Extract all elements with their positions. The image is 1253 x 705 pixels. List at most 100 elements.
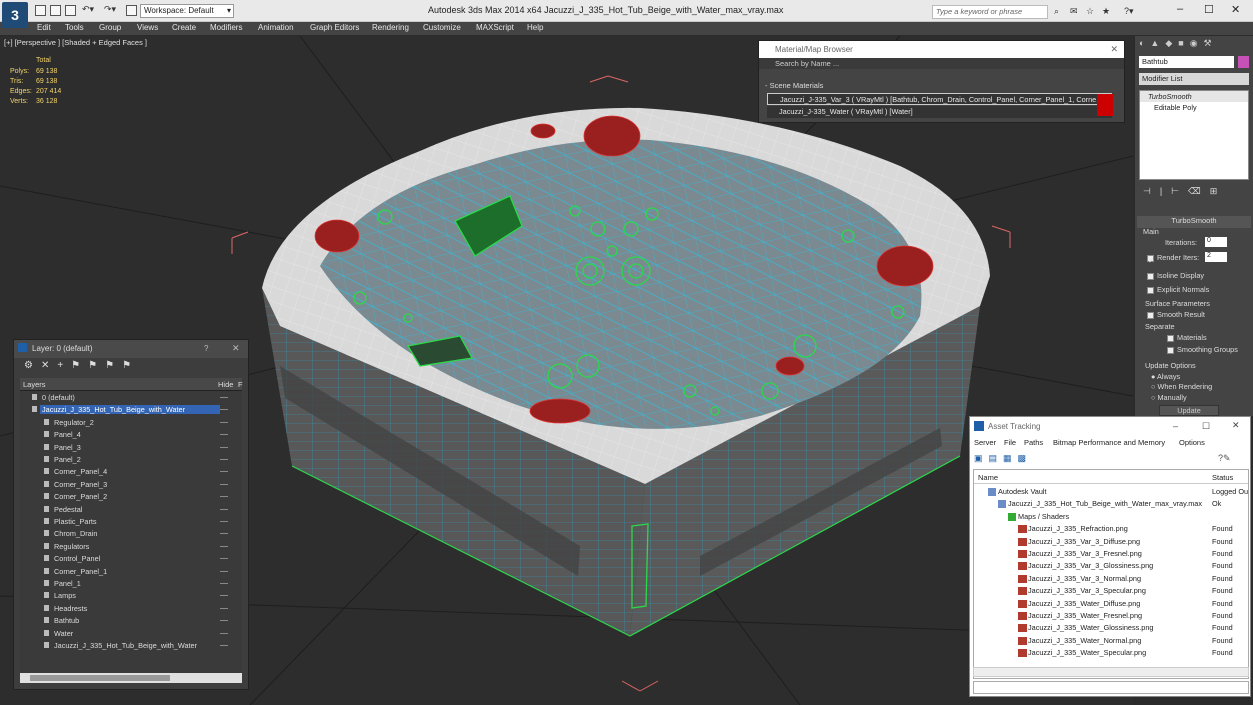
asset-row[interactable]: Jacuzzi_J_335_Var_3_Diffuse.png Found [974, 536, 1248, 548]
workspace-dropdown[interactable]: Workspace: Default ▾ [140, 4, 234, 18]
smooth-result-checkbox[interactable]: Smooth Result [1147, 310, 1205, 319]
menu-customize[interactable]: Customize [423, 23, 461, 32]
help-icon[interactable]: ?▾ [1124, 6, 1134, 17]
minimize-icon[interactable]: – [1177, 3, 1183, 15]
command-panel-tabs[interactable]: ◐▲◆■◉⚒ [1139, 38, 1249, 50]
layer-row[interactable]: Panel_1 [20, 578, 242, 590]
menu-maxscript[interactable]: MAXScript [476, 23, 514, 32]
close-icon[interactable]: ✕ [1232, 420, 1240, 431]
hide-toggle[interactable] [220, 558, 228, 560]
help-icon[interactable]: ? [204, 344, 208, 353]
asset-toolbar[interactable]: ▣▤▦▩ [974, 453, 1032, 464]
material-row[interactable]: Jacuzzi_J-335_Var_3 ( VRayMtl ) [Bathtub… [767, 93, 1112, 105]
hide-toggle[interactable] [220, 645, 228, 646]
close-icon[interactable]: ✕ [232, 343, 240, 354]
always-radio[interactable]: ● Always [1151, 372, 1180, 381]
update-button[interactable]: Update [1159, 405, 1219, 416]
menu-tools[interactable]: Tools [65, 23, 84, 32]
menu-server[interactable]: Server [974, 438, 996, 447]
iterations-spinner[interactable]: 0 [1205, 237, 1227, 247]
menu-help[interactable]: Help [527, 23, 543, 32]
asset-row[interactable]: Jacuzzi_J_335_Hot_Tub_Beige_with_Water_m… [974, 498, 1248, 510]
viewport-label[interactable]: [+] [Perspective ] [Shaded + Edged Faces… [4, 38, 147, 47]
menu-graph-editors[interactable]: Graph Editors [310, 23, 359, 32]
communication-center-icon[interactable]: ✉ [1070, 6, 1078, 17]
layer-toolbar[interactable]: ⚙✕+⚑⚑⚑⚑ [24, 360, 139, 371]
menu-group[interactable]: Group [99, 23, 121, 32]
layer-row[interactable]: Plastic_Parts [20, 516, 242, 528]
asset-row[interactable]: Jacuzzi_J_335_Water_Diffuse.png Found [974, 598, 1248, 610]
col-layers[interactable]: Layers [23, 380, 46, 389]
hide-toggle[interactable] [220, 409, 228, 411]
menu-create[interactable]: Create [172, 23, 196, 32]
open-file-icon[interactable] [50, 5, 61, 16]
asset-row[interactable]: Jacuzzi_J_335_Var_3_Fresnel.png Found [974, 548, 1248, 560]
help-icon[interactable]: ?✎ [1218, 453, 1231, 464]
hide-toggle[interactable] [220, 421, 228, 423]
layer-row[interactable]: Corner_Panel_4 [20, 466, 242, 478]
menu-bitmap-performance[interactable]: Bitmap Performance and Memory [1053, 438, 1165, 447]
asset-row[interactable]: Jacuzzi_J_335_Water_Specular.png Found [974, 647, 1248, 659]
menu-rendering[interactable]: Rendering [372, 23, 409, 32]
new-file-icon[interactable] [35, 5, 46, 16]
menu-animation[interactable]: Animation [258, 23, 294, 32]
asset-row[interactable]: Jacuzzi_J_335_Water_Normal.png Found [974, 635, 1248, 647]
modifier-list-dropdown[interactable]: Modifier List [1139, 73, 1249, 85]
hide-toggle[interactable] [220, 620, 228, 622]
stack-tools[interactable]: ⊣|⊢⌫⊞ [1143, 186, 1226, 197]
scrollbar-thumb[interactable] [30, 675, 170, 681]
hide-toggle[interactable] [220, 533, 228, 535]
hide-toggle[interactable] [220, 583, 228, 584]
materials-checkbox[interactable]: Materials [1167, 333, 1207, 342]
object-name-field[interactable]: Bathtub [1139, 56, 1234, 68]
redo-icon[interactable]: ↷▾ [104, 4, 116, 15]
hide-toggle[interactable] [220, 607, 228, 609]
stack-item-editable-poly[interactable]: Editable Poly [1140, 102, 1248, 113]
col-hide[interactable]: Hide [218, 380, 233, 389]
object-color-swatch[interactable] [1238, 56, 1249, 68]
hide-toggle[interactable] [220, 508, 228, 510]
hide-toggle[interactable] [220, 446, 228, 448]
smoothing-groups-checkbox[interactable]: Smoothing Groups [1167, 345, 1238, 354]
asset-row[interactable]: Maps / Shaders [974, 511, 1248, 523]
stack-item-turbosmooth[interactable]: TurboSmooth [1140, 91, 1248, 102]
subscription-icon[interactable]: ☆ [1086, 6, 1094, 17]
scene-materials-header[interactable]: - Scene Materials [765, 81, 823, 90]
menu-options[interactable]: Options [1179, 438, 1205, 447]
layer-row[interactable]: Bathtub [20, 615, 242, 627]
col-status[interactable]: Status [1212, 473, 1233, 482]
layer-row[interactable]: Panel_4 [20, 429, 242, 441]
save-file-icon[interactable] [65, 5, 76, 16]
layer-row[interactable]: Regulator_2 [20, 417, 242, 429]
material-search-input[interactable]: Search by Name ... [759, 58, 1124, 69]
asset-row[interactable]: Jacuzzi_J_335_Water_Fresnel.png Found [974, 610, 1248, 622]
menu-edit[interactable]: Edit [37, 23, 51, 32]
layer-row[interactable]: Corner_Panel_3 [20, 479, 242, 491]
hide-toggle[interactable] [220, 521, 228, 522]
asset-row[interactable]: Autodesk Vault Logged Ou [974, 486, 1248, 498]
binoculars-icon[interactable]: ⌕ [1054, 6, 1059, 17]
horizontal-scrollbar[interactable] [973, 667, 1249, 677]
asset-row[interactable]: Jacuzzi_J_335_Refraction.png Found [974, 523, 1248, 535]
layer-row[interactable]: Jacuzzi_J_335_Hot_Tub_Beige_with_Water [20, 404, 242, 416]
asset-tracking-window[interactable]: Asset Tracking – ☐ ✕ Server File Paths B… [969, 416, 1251, 697]
render-iters-spinner[interactable]: 2 [1205, 252, 1227, 262]
asset-row[interactable]: Jacuzzi_J_335_Var_3_Specular.png Found [974, 585, 1248, 597]
layer-row[interactable]: Headrests [20, 603, 242, 615]
layer-row[interactable]: Chrom_Drain [20, 528, 242, 540]
minimize-icon[interactable]: – [1173, 421, 1178, 431]
favorites-icon[interactable]: ★ [1102, 6, 1110, 17]
layer-explorer-window[interactable]: Layer: 0 (default) ? ✕ ⚙✕+⚑⚑⚑⚑ Layers Hi… [13, 339, 249, 690]
hide-toggle[interactable] [220, 483, 228, 485]
asset-row[interactable]: Jacuzzi_J_335_Var_3_Glossiness.png Found [974, 560, 1248, 572]
layer-row[interactable]: Panel_3 [20, 442, 242, 454]
search-input[interactable]: Type a keyword or phrase [932, 5, 1048, 19]
hide-toggle[interactable] [220, 397, 228, 398]
layer-row[interactable]: Control_Panel [20, 553, 242, 565]
hide-toggle[interactable] [220, 545, 228, 547]
layer-row[interactable]: Panel_2 [20, 454, 242, 466]
menu-paths[interactable]: Paths [1024, 438, 1043, 447]
menu-modifiers[interactable]: Modifiers [210, 23, 242, 32]
col-name[interactable]: Name [978, 473, 998, 482]
asset-path-field[interactable] [973, 681, 1249, 694]
